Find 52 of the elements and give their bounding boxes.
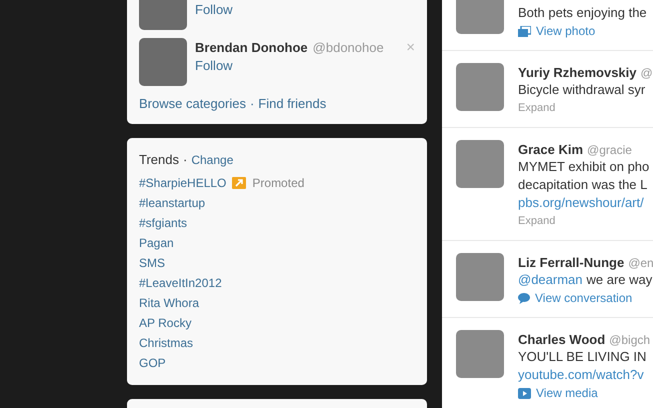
follow-link[interactable]: Follow	[195, 0, 233, 20]
tweet-text: MYMET exhibit on pho	[518, 158, 650, 176]
trend-link[interactable]: #SharpieHELLO	[139, 174, 226, 192]
promoted-label: Promoted	[252, 175, 304, 192]
tweet-text: Both pets enjoying the	[518, 4, 647, 22]
avatar-photo-placeholder	[456, 330, 504, 378]
separator-dot: ·	[182, 150, 188, 168]
follow-link[interactable]: Follow	[195, 56, 233, 76]
user-name[interactable]: Yuriy Rzhemovskiy	[518, 63, 636, 82]
user-name[interactable]: Brendan Donohoe	[195, 38, 308, 58]
view-photo-link[interactable]: View photo	[536, 22, 596, 40]
view-conversation-link[interactable]: View conversation	[535, 289, 632, 307]
user-handle: @bigch	[609, 332, 650, 349]
user-handle: @gracie	[587, 142, 632, 159]
avatar-photo-placeholder	[139, 38, 187, 86]
tweet-link[interactable]: youtube.com/watch?v	[518, 366, 650, 384]
trend-link[interactable]: Rita Whora	[139, 294, 200, 312]
trend-link[interactable]: #sfgiants	[139, 214, 188, 232]
trend-link[interactable]: GOP	[139, 354, 166, 372]
user-name[interactable]: Liz Ferrall-Nunge	[518, 253, 624, 272]
play-icon	[518, 388, 531, 398]
trend-link[interactable]: #leanstartup	[139, 194, 206, 212]
separator-dot: ·	[250, 95, 254, 113]
user-handle: @bdonohoe	[312, 39, 384, 57]
trend-link[interactable]: Pagan	[139, 234, 174, 252]
avatar-photo-placeholder	[456, 140, 504, 188]
user-handle: @	[640, 65, 653, 82]
tweet-text: decapitation was the L	[518, 176, 648, 194]
tweet-link[interactable]: pbs.org/newshour/art/	[518, 194, 650, 212]
tweet-text: Bicycle withdrawal syr	[518, 81, 646, 99]
view-media-link[interactable]: View media	[536, 384, 598, 402]
photo-icon	[518, 26, 531, 36]
mention-link[interactable]: @dearman	[518, 271, 583, 289]
trends-title: Trends	[139, 150, 179, 168]
trend-link[interactable]: SMS	[139, 254, 166, 272]
user-name[interactable]: Charles Wood	[518, 330, 606, 350]
trend-link[interactable]: Christmas	[139, 334, 194, 352]
speech-bubble-icon	[518, 292, 530, 304]
user-handle: @en	[628, 255, 653, 272]
tweet-text: we are way	[586, 271, 652, 289]
trend-link[interactable]: AP Rocky	[139, 314, 192, 332]
change-link[interactable]: Change	[191, 150, 234, 168]
trend-link[interactable]: #LeaveItIn2012	[139, 274, 222, 292]
avatar-photo-placeholder	[456, 253, 504, 301]
user-name[interactable]: Grace Kim	[518, 140, 584, 160]
tweet-text: YOU'LL BE LIVING IN	[518, 348, 648, 366]
browse-categories-link[interactable]: Browse categories	[139, 94, 246, 114]
find-friends-link[interactable]: Find friends	[258, 94, 326, 114]
avatar-photo-placeholder	[456, 0, 504, 34]
expand-link[interactable]: Expand	[518, 99, 556, 117]
avatar-photo-placeholder	[456, 63, 504, 111]
expand-link[interactable]: Expand	[518, 212, 556, 230]
